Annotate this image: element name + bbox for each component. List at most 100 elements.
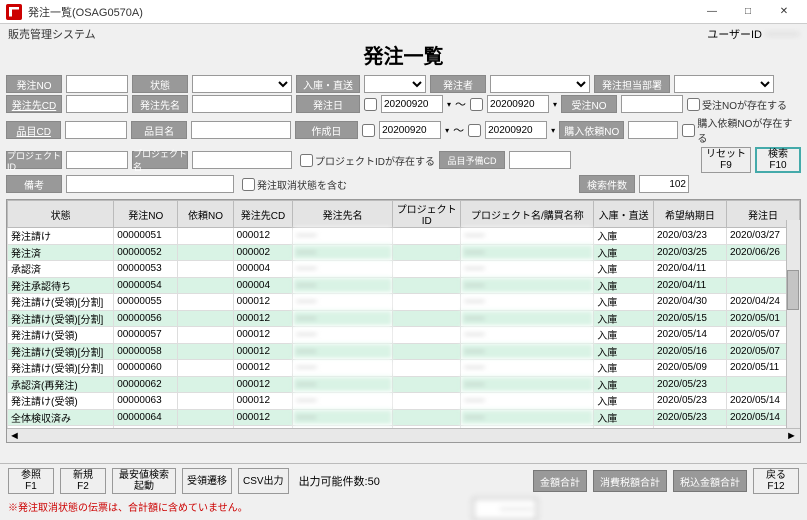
input-order-no[interactable] xyxy=(66,75,128,93)
table-cell: 全体検収済み xyxy=(8,409,114,426)
select-dept[interactable] xyxy=(674,75,774,93)
column-header[interactable]: 希望納期日 xyxy=(653,201,726,228)
table-cell: 2020/03/23 xyxy=(653,228,726,245)
select-status[interactable] xyxy=(192,75,292,93)
table-row[interactable]: 発注請け(受領)00000057000012————入庫2020/05/1420… xyxy=(8,327,800,344)
table-row[interactable]: 発注請け(受領)[分割]00000055000012————入庫2020/04/… xyxy=(8,294,800,311)
table-row[interactable]: 発注承認待ち00000054000004————入庫2020/04/11 xyxy=(8,277,800,294)
table-cell: 入庫 xyxy=(594,277,654,294)
table-cell: 000012 xyxy=(233,442,293,443)
table-row[interactable]: 全体検収済み00000064000012————入庫2020/05/232020… xyxy=(8,409,800,426)
window-minimize-button[interactable]: ― xyxy=(695,2,729,22)
column-header[interactable]: 発注NO xyxy=(114,201,178,228)
footer-note: ※発注取消状態の伝票は、合計額に含めていません。 xyxy=(8,499,248,514)
column-header[interactable]: プロジェクトID xyxy=(392,201,461,228)
window-titlebar: 発注一覧(OSAG0570A) ― □ ✕ xyxy=(0,0,807,24)
check-create-date-to[interactable] xyxy=(468,124,481,137)
input-sales-no[interactable] xyxy=(621,95,683,113)
results-grid[interactable]: 状態発注NO依頼NO発注先CD発注先名プロジェクトIDプロジェクト名/購買名称入… xyxy=(6,199,801,443)
table-cell: 発注請け(受領)[分割] xyxy=(8,343,114,360)
table-cell: 入庫 xyxy=(594,442,654,443)
input-create-date-to[interactable] xyxy=(485,121,547,139)
column-header[interactable]: 依頼NO xyxy=(178,201,233,228)
input-create-date-from[interactable] xyxy=(379,121,441,139)
table-cell: 2020/03/25 xyxy=(653,244,726,261)
input-order-date-from[interactable] xyxy=(381,95,443,113)
table-row[interactable]: 承認済(再発注)00000062000012————入庫2020/05/23 xyxy=(8,376,800,393)
table-cell: 2020/05/23 xyxy=(653,442,726,443)
table-cell: 000012 xyxy=(233,376,293,393)
select-inout[interactable] xyxy=(364,75,426,93)
input-req-no[interactable] xyxy=(628,121,678,139)
table-cell xyxy=(392,310,461,327)
back-button[interactable]: 戻るF12 xyxy=(753,468,799,494)
column-header[interactable]: 入庫・直送 xyxy=(594,201,654,228)
check-order-date-to[interactable] xyxy=(470,98,483,111)
table-cell: 承認済 xyxy=(8,261,114,278)
check-has-project-id[interactable] xyxy=(300,154,313,167)
window-close-button[interactable]: ✕ xyxy=(767,2,801,22)
lowest-price-button[interactable]: 最安値検索起動 xyxy=(112,468,176,494)
table-cell xyxy=(392,442,461,443)
column-header[interactable]: 状態 xyxy=(8,201,114,228)
table-row[interactable]: 承認済00000053000004————入庫2020/04/11 xyxy=(8,261,800,278)
input-item-name[interactable] xyxy=(191,121,291,139)
table-cell: —— xyxy=(461,442,594,443)
input-item-cd[interactable] xyxy=(65,121,127,139)
input-memo[interactable] xyxy=(66,175,234,193)
horizontal-scrollbar[interactable]: ◄ ► xyxy=(7,428,800,442)
input-project-id[interactable] xyxy=(66,151,128,169)
check-create-date-from[interactable] xyxy=(362,124,375,137)
table-cell xyxy=(392,277,461,294)
link-item-cd[interactable]: 品目CD xyxy=(6,121,61,139)
receive-transfer-button[interactable]: 受領遷移 xyxy=(182,468,232,494)
csv-export-button[interactable]: CSV出力 xyxy=(238,468,289,494)
check-order-date-from[interactable] xyxy=(364,98,377,111)
table-row[interactable]: 発注請け00000051000012————入庫2020/03/232020/0… xyxy=(8,228,800,245)
new-button[interactable]: 新規F2 xyxy=(60,468,106,494)
table-cell: 00000052 xyxy=(114,244,178,261)
table-cell: 00000051 xyxy=(114,228,178,245)
search-button[interactable]: 検索F10 xyxy=(755,147,801,173)
input-vendor-name[interactable] xyxy=(192,95,292,113)
column-header[interactable]: 発注先名 xyxy=(293,201,393,228)
input-order-date-to[interactable] xyxy=(487,95,549,113)
table-row[interactable]: 発注請け(受領)00000063000012————入庫2020/05/2320… xyxy=(8,393,800,410)
scroll-left-icon[interactable]: ◄ xyxy=(9,430,21,442)
table-cell xyxy=(178,393,233,410)
table-cell: 入庫 xyxy=(594,228,654,245)
table-row[interactable]: 発注済00000052000002————入庫2020/03/252020/06… xyxy=(8,244,800,261)
reset-button[interactable]: リセットF9 xyxy=(701,147,751,173)
check-has-sales-no[interactable] xyxy=(687,98,700,111)
link-vendor-cd[interactable]: 発注先CD xyxy=(6,95,62,113)
input-item-budget-cd[interactable] xyxy=(509,151,571,169)
label-sum-total: 税込金額合計 xyxy=(673,470,747,492)
table-cell: 000004 xyxy=(233,261,293,278)
scroll-handle[interactable] xyxy=(787,270,799,310)
table-cell: 2020/05/09 xyxy=(653,360,726,377)
table-row[interactable]: 発注請け(受領)[分割]00000056000012————入庫2020/05/… xyxy=(8,310,800,327)
table-cell: —— xyxy=(293,343,393,360)
input-vendor-cd[interactable] xyxy=(66,95,128,113)
column-header[interactable]: プロジェクト名/購買名称 xyxy=(461,201,594,228)
reference-button[interactable]: 参照F1 xyxy=(8,468,54,494)
table-row[interactable]: 発注請け(受領)[分割]00000058000012————入庫2020/05/… xyxy=(8,343,800,360)
table-row[interactable]: 発注請け(受領)[分割]00000060000012————入庫2020/05/… xyxy=(8,360,800,377)
check-has-req-no[interactable] xyxy=(682,124,695,137)
column-header[interactable]: 発注先CD xyxy=(233,201,293,228)
table-cell: 000012 xyxy=(233,393,293,410)
label-inout: 入庫・直送 xyxy=(296,75,360,93)
input-project-name[interactable] xyxy=(192,151,292,169)
vertical-scrollbar[interactable] xyxy=(786,220,800,442)
window-maximize-button[interactable]: □ xyxy=(731,2,765,22)
table-cell: 2020/05/23 xyxy=(653,409,726,426)
scroll-right-icon[interactable]: ► xyxy=(786,430,798,442)
select-orderer[interactable] xyxy=(490,75,590,93)
table-cell: 入庫 xyxy=(594,393,654,410)
table-cell xyxy=(392,343,461,360)
table-cell: 000012 xyxy=(233,228,293,245)
table-row[interactable]: 発注済00000066000012————入庫2020/05/232020/06… xyxy=(8,442,800,443)
check-include-cancel[interactable] xyxy=(242,178,255,191)
table-cell xyxy=(178,327,233,344)
table-cell xyxy=(392,409,461,426)
